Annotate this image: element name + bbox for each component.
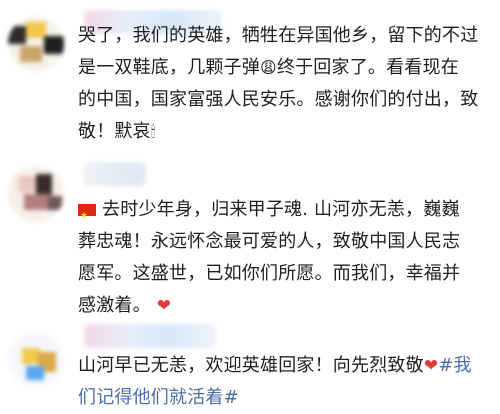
candle-emoji-icon: 🕯 [150, 122, 156, 141]
comment-line: 去时少年身，归来甲子魂. 山河亦无恙，巍巍 [78, 194, 488, 232]
avatar[interactable] [8, 332, 64, 388]
china-flag-icon [78, 200, 96, 232]
comment-text-segment: 山河早已无恙，欢迎英雄回家！向先烈致敬 [78, 355, 424, 376]
username[interactable] [84, 162, 146, 186]
comment-text-segment: 感激着。 [78, 295, 151, 316]
comment-line: 山河早已无恙，欢迎英雄回家！向先烈致敬❤#我 [78, 350, 488, 382]
heart-icon: ❤ [156, 296, 172, 316]
comment-text: 去时少年身，归来甲子魂. 山河亦无恙，巍巍 葬忠魂！永远怀念最可爱的人，致敬中国… [78, 194, 488, 322]
comment-line: 葬忠魂！永远怀念最可爱的人，致敬中国人民志 [78, 231, 461, 252]
comment-text-segment: 敬！默哀 [78, 121, 151, 142]
comment-item-3: 山河早已无恙，欢迎英雄回家！向先烈致敬❤#我 们记得他们就活着# [0, 318, 500, 414]
comment-text: 哭了，我们的英雄，牺牲在异国他乡，留下的不过 是一双鞋底，几颗子弹😩终于回家了。… [78, 20, 488, 148]
comment-line: 是一双鞋底，几颗子弹😩终于回家了。看看现在 [78, 52, 488, 84]
avatar[interactable] [8, 16, 64, 72]
comment-item-2: 去时少年身，归来甲子魂. 山河亦无恙，巍巍 葬忠魂！永远怀念最可爱的人，致敬中国… [0, 160, 500, 316]
hashtag-link[interactable]: #我 [438, 355, 471, 376]
avatar[interactable] [8, 166, 64, 222]
comment-line: 的中国，国家富强人民安乐。感谢你们的付出，致 [78, 89, 479, 110]
comment-line: 哭了，我们的英雄，牺牲在异国他乡，留下的不过 [78, 25, 479, 46]
comment-line: 愿军。这盛世，已如你们所愿。而我们，幸福并 [78, 263, 461, 284]
comment-text-segment: 是一双鞋底，几颗子弹 [78, 57, 260, 78]
grimace-emoji-icon: 😩 [260, 58, 277, 77]
heart-icon: ❤ [423, 356, 439, 376]
username[interactable] [84, 324, 216, 348]
comment-text-segment: 去时少年身，归来甲子魂. 山河亦无恙，巍巍 [102, 199, 460, 220]
hashtag-link[interactable]: 们记得他们就活着# [78, 382, 488, 414]
comment-text-segment: 终于回家了。看看现在 [276, 57, 459, 78]
comment-item-1: 哭了，我们的英雄，牺牲在异国他乡，留下的不过 是一双鞋底，几颗子弹😩终于回家了。… [0, 0, 500, 150]
comment-text: 山河早已无恙，欢迎英雄回家！向先烈致敬❤#我 们记得他们就活着# [78, 350, 488, 414]
comment-line: 敬！默哀🕯 [78, 116, 488, 148]
